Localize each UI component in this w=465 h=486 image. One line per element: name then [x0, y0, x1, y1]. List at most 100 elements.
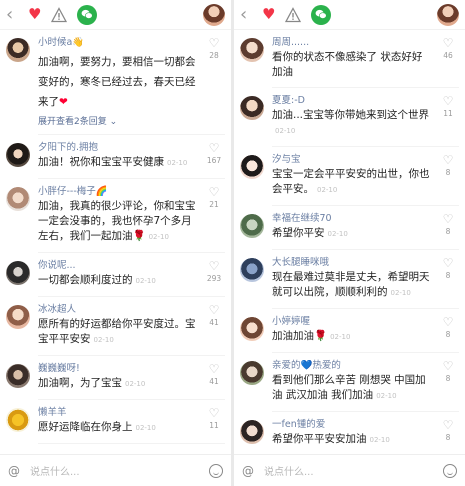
user-avatar[interactable]: [203, 3, 225, 26]
comment-item[interactable]: 懒羊羊 愿好运降临在你身上 02-10 ♡ 11: [0, 400, 231, 444]
comment-time: 02-10: [93, 336, 114, 344]
back-chevron-icon[interactable]: ‹: [240, 5, 252, 24]
commenter-name[interactable]: 一fen锺的爱: [272, 418, 433, 432]
comment-item[interactable]: 幸福在继续70 希望你平安 02-10 ♡ 8: [234, 206, 465, 250]
commenter-name[interactable]: 巍巍巍呀!: [38, 362, 199, 376]
like-count: 28: [209, 51, 219, 60]
commenter-name[interactable]: 汐与宝: [272, 153, 433, 167]
like-button[interactable]: ♡ 11: [205, 406, 223, 432]
wechat-share-icon[interactable]: [311, 4, 332, 25]
comment-item[interactable]: 大长腿睡咪哦 现在最难过莫非是丈夫，希望明天就可以出院，顺顺利利的 02-10 ♡…: [234, 250, 465, 309]
comment-item[interactable]: 夕阳下的.拥抱 加油！祝你和宝宝平安健康 02-10 ♡ 167: [0, 135, 231, 179]
comment-input[interactable]: 说点什么...: [30, 463, 209, 478]
expand-replies-link[interactable]: 展开查看2条回复 ⌄: [38, 110, 199, 127]
commenter-name[interactable]: 幸福在继续70: [272, 212, 433, 226]
avatar[interactable]: [6, 143, 30, 167]
comment-list[interactable]: 小时候a👋 加油啊，要努力，要相信一切都会变好的，寒冬已经过去，春天已经来了❤ …: [0, 30, 231, 454]
commenter-name[interactable]: 亲爱的💙热爱的: [272, 359, 433, 373]
warning-triangle-icon[interactable]: [51, 6, 68, 23]
avatar[interactable]: [240, 38, 264, 62]
avatar[interactable]: [240, 96, 264, 120]
comment-item[interactable]: 小胖仔---梅子🌈 加油，我真的很少评论，你和宝宝一定会没事的，我也怀孕7个多月…: [0, 179, 231, 253]
user-avatar[interactable]: [437, 3, 459, 26]
comment-text: 愿所有的好运都给你平安度过。宝宝平平安安: [38, 318, 196, 345]
like-button[interactable]: ♡ 293: [205, 259, 223, 285]
comment-item[interactable]: 周周...... 看你的状态不像感染了 状态好好 加油 ♡ 46: [234, 30, 465, 88]
commenter-name[interactable]: 你说呢...: [38, 259, 199, 273]
emoji-icon[interactable]: [443, 463, 457, 478]
like-button[interactable]: ♡ 8: [439, 153, 457, 179]
comment-text: 加油，我真的很少评论，你和宝宝一定会没事的，我也怀孕7个多月左右，我们一起加油🌹: [38, 200, 196, 242]
avatar[interactable]: [240, 155, 264, 179]
at-mention-icon[interactable]: @: [8, 464, 20, 478]
avatar[interactable]: [6, 261, 30, 285]
avatar[interactable]: [240, 214, 264, 238]
avatar[interactable]: [6, 305, 30, 329]
comment-item[interactable]: 汐与宝 宝宝一定会平平安安的出世，你也会平安。 02-10 ♡ 8: [234, 147, 465, 206]
comment-pane-right: ‹ ♥ 周周...... 看你的状态不像感染了 状态好好 加油 ♡ 46 夏夏:-…: [234, 0, 465, 486]
commenter-name[interactable]: 小时候a👋: [38, 36, 199, 50]
comment-input-bar: @ 说点什么...: [0, 454, 231, 486]
comment-item[interactable]: 一fen锺的爱 希望你平平安安加油 02-10 ♡ 8: [234, 412, 465, 454]
at-mention-icon[interactable]: @: [242, 464, 254, 478]
heart-outline-icon: ♡: [442, 315, 454, 329]
heart-outline-icon: ♡: [442, 94, 454, 108]
heart-outline-icon: ♡: [208, 303, 220, 317]
avatar[interactable]: [6, 38, 30, 62]
like-button[interactable]: ♡ 21: [205, 185, 223, 211]
like-button[interactable]: ♡ 28: [205, 36, 223, 62]
like-count: 8: [445, 433, 451, 442]
like-button[interactable]: ♡ 167: [205, 141, 223, 167]
back-chevron-icon[interactable]: ‹: [6, 5, 18, 24]
like-count: 8: [445, 271, 451, 280]
heart-outline-icon: ♡: [208, 36, 220, 50]
wechat-share-icon[interactable]: [77, 4, 98, 25]
commenter-name[interactable]: 小婷婷喔: [272, 315, 433, 329]
avatar[interactable]: [6, 408, 30, 432]
comment-item[interactable]: 夏夏:-D 加油...宝宝等你带她来到这个世界 02-10 ♡ 11: [234, 88, 465, 147]
like-count: 21: [209, 200, 219, 209]
avatar[interactable]: [240, 258, 264, 282]
comment-item[interactable]: 亲爱的💙热爱的 看到他们那么辛苦 刚想哭 中国加油 武汉加油 我们加油 02-10…: [234, 353, 465, 412]
comment-time: 02-10: [135, 424, 156, 432]
comment-text: 加油！祝你和宝宝平安健康: [38, 156, 164, 168]
like-button[interactable]: ♡ 41: [205, 362, 223, 388]
warning-triangle-icon[interactable]: [285, 6, 302, 23]
commenter-name[interactable]: 夏夏:-D: [272, 94, 433, 108]
commenter-name[interactable]: 周周......: [272, 36, 433, 50]
avatar[interactable]: [6, 364, 30, 388]
heart-outline-icon: ♡: [442, 359, 454, 373]
like-button[interactable]: ♡ 11: [439, 94, 457, 120]
like-button[interactable]: ♡ 8: [439, 256, 457, 282]
comment-time: 02-10: [327, 230, 348, 238]
like-button[interactable]: ♡ 8: [439, 315, 457, 341]
commenter-name[interactable]: 冰冰超人: [38, 303, 199, 317]
comment-item[interactable]: 巍巍巍呀! 加油啊，为了宝宝 02-10 ♡ 41: [0, 356, 231, 400]
avatar[interactable]: [240, 317, 264, 341]
avatar[interactable]: [240, 420, 264, 444]
comment-item[interactable]: 你说呢... 一切都会顺利度过的 02-10 ♡ 293: [0, 253, 231, 297]
heart-icon[interactable]: ♥: [28, 7, 41, 22]
comment-time: 02-10: [167, 159, 188, 167]
avatar[interactable]: [240, 361, 264, 385]
emoji-icon[interactable]: [209, 463, 223, 478]
like-button[interactable]: ♡ 8: [439, 418, 457, 444]
comment-item[interactable]: 小婷婷喔 加油加油🌹 02-10 ♡ 8: [234, 309, 465, 353]
heart-outline-icon: ♡: [442, 256, 454, 270]
avatar[interactable]: [6, 187, 30, 211]
comment-item[interactable]: 冰冰超人 愿所有的好运都给你平安度过。宝宝平平安安 02-10 ♡ 41: [0, 297, 231, 356]
like-button[interactable]: ♡ 8: [439, 359, 457, 385]
commenter-name[interactable]: 小胖仔---梅子🌈: [38, 185, 199, 199]
comment-list[interactable]: 周周...... 看你的状态不像感染了 状态好好 加油 ♡ 46 夏夏:-D 加油…: [234, 30, 465, 454]
commenter-name[interactable]: 夕阳下的.拥抱: [38, 141, 199, 155]
comment-item[interactable]: 小时候a👋 加油啊，要努力，要相信一切都会变好的，寒冬已经过去，春天已经来了❤ …: [0, 30, 231, 135]
like-button[interactable]: ♡ 8: [439, 212, 457, 238]
comment-time: 02-10: [125, 380, 146, 388]
like-count: 46: [443, 51, 453, 60]
heart-icon[interactable]: ♥: [262, 7, 275, 22]
commenter-name[interactable]: 大长腿睡咪哦: [272, 256, 433, 270]
comment-input[interactable]: 说点什么...: [264, 463, 443, 478]
like-button[interactable]: ♡ 41: [205, 303, 223, 329]
commenter-name[interactable]: 懒羊羊: [38, 406, 199, 420]
like-button[interactable]: ♡ 46: [439, 36, 457, 62]
